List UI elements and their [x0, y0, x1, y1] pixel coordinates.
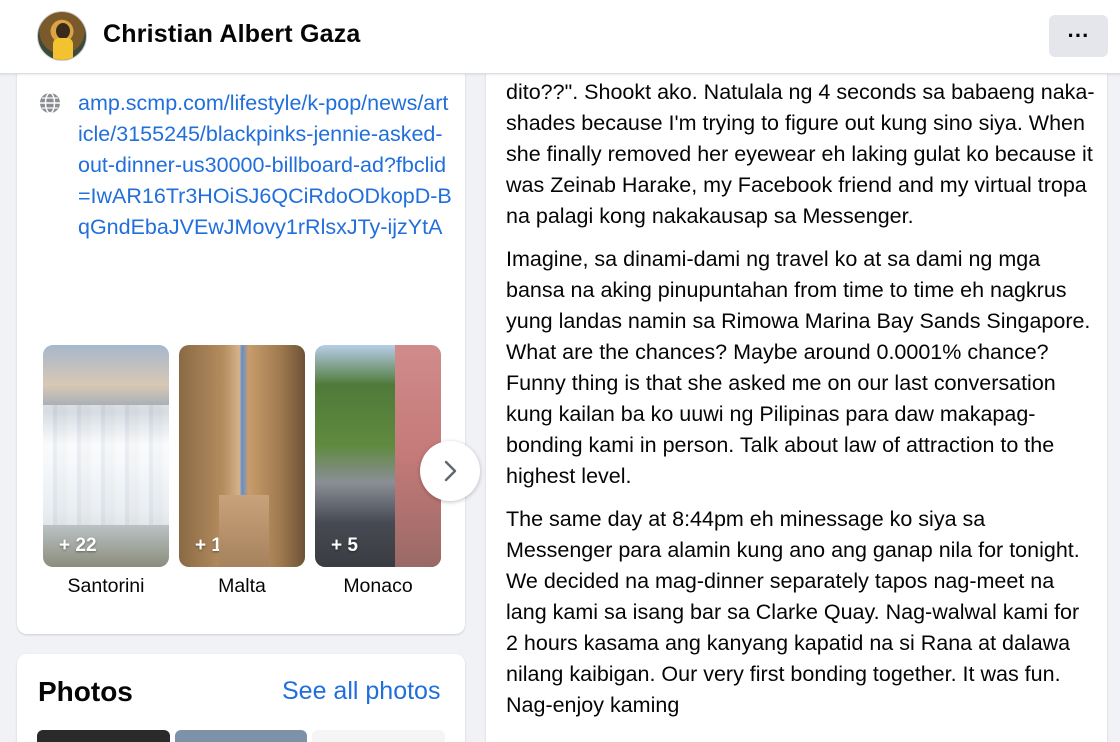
album-name-malta[interactable]: Malta: [179, 575, 305, 598]
profile-name[interactable]: Christian Albert Gaza: [103, 20, 361, 49]
avatar-head: [56, 23, 70, 39]
photo-thumbnail[interactable]: [37, 730, 170, 742]
avatar-body: [53, 38, 73, 60]
chevron-right-icon: [444, 460, 457, 482]
album-thumbnail-malta[interactable]: + 11: [179, 345, 305, 567]
album-name-santorini[interactable]: Santorini: [43, 575, 169, 598]
photo-thumbnail[interactable]: [175, 730, 307, 742]
carousel-next-button[interactable]: [420, 441, 480, 501]
globe-icon: [40, 92, 60, 114]
album-count: + 11: [195, 535, 232, 556]
post-paragraph: Imagine, sa dinami-dami ng travel ko at …: [506, 247, 1091, 488]
album-count: + 5: [331, 535, 358, 556]
album-name-monaco[interactable]: Monaco: [315, 575, 441, 598]
post-paragraph: dito??". Shookt ako. Natulala ng 4 secon…: [506, 80, 1095, 228]
album-thumbnail-monaco[interactable]: + 5: [315, 345, 441, 567]
photos-heading: Photos: [38, 676, 133, 707]
album-count: + 22: [59, 535, 97, 556]
more-options-button[interactable]: ···: [1049, 15, 1108, 57]
post-text: dito??". Shookt ako. Natulala ng 4 secon…: [506, 77, 1096, 733]
post-paragraph: The same day at 8:44pm eh minessage ko s…: [506, 507, 1080, 717]
photo-thumbnail[interactable]: [312, 730, 445, 742]
see-all-photos-link[interactable]: See all photos: [282, 677, 440, 706]
profile-header: Christian Albert Gaza ···: [0, 0, 1120, 74]
album-thumbnail-santorini[interactable]: + 22: [43, 345, 169, 567]
article-link[interactable]: amp.scmp.com/lifestyle/k-pop/news/articl…: [78, 88, 453, 243]
avatar[interactable]: [37, 11, 87, 61]
